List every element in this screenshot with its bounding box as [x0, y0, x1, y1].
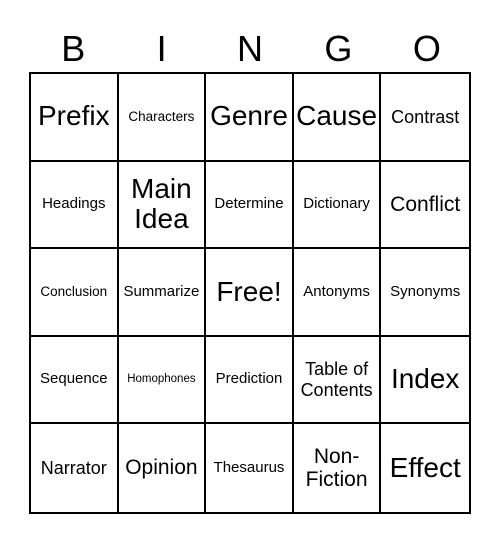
- header-letter-g: G: [324, 28, 353, 69]
- bingo-cell[interactable]: Characters: [118, 74, 207, 162]
- bingo-cell[interactable]: Prediction: [206, 336, 294, 425]
- bingo-cell[interactable]: Conflict: [381, 162, 469, 250]
- bingo-cell[interactable]: Dictionary: [293, 161, 382, 250]
- header-letter-n: N: [237, 28, 264, 69]
- bingo-cell[interactable]: Main Idea: [118, 161, 207, 250]
- bingo-cell[interactable]: Determine: [206, 161, 294, 250]
- bingo-cell[interactable]: Headings: [31, 161, 119, 250]
- bingo-cell[interactable]: Narrator: [31, 424, 119, 512]
- bingo-grid: Prefix Characters Genre Cause Contrast H…: [29, 72, 471, 514]
- bingo-header: B I N G O: [29, 26, 471, 72]
- bingo-cell[interactable]: Prefix: [31, 74, 119, 162]
- bingo-cell[interactable]: Index: [381, 337, 469, 425]
- bingo-cell[interactable]: Antonyms: [293, 249, 382, 337]
- bingo-cell[interactable]: Homophones: [118, 336, 207, 425]
- bingo-cell[interactable]: Table of Contents: [293, 336, 382, 425]
- bingo-cell[interactable]: Non-Fiction: [294, 424, 382, 512]
- bingo-cell[interactable]: Opinion: [119, 424, 207, 512]
- bingo-cell[interactable]: Conclusion: [31, 249, 119, 337]
- header-letter-o: O: [412, 28, 441, 69]
- bingo-cell[interactable]: Cause: [293, 74, 382, 162]
- bingo-cell[interactable]: Contrast: [381, 74, 469, 162]
- bingo-cell[interactable]: Summarize: [118, 249, 207, 337]
- bingo-cell[interactable]: Sequence: [31, 336, 119, 425]
- free-space-cell[interactable]: Free!: [206, 249, 294, 337]
- bingo-cell[interactable]: Thesaurus: [206, 424, 294, 512]
- bingo-cell[interactable]: Genre: [206, 74, 294, 162]
- bingo-cell[interactable]: Effect: [381, 424, 469, 512]
- bingo-cell[interactable]: Synonyms: [381, 249, 469, 337]
- header-letter-i: I: [156, 28, 167, 69]
- header-letter-b: B: [61, 28, 86, 69]
